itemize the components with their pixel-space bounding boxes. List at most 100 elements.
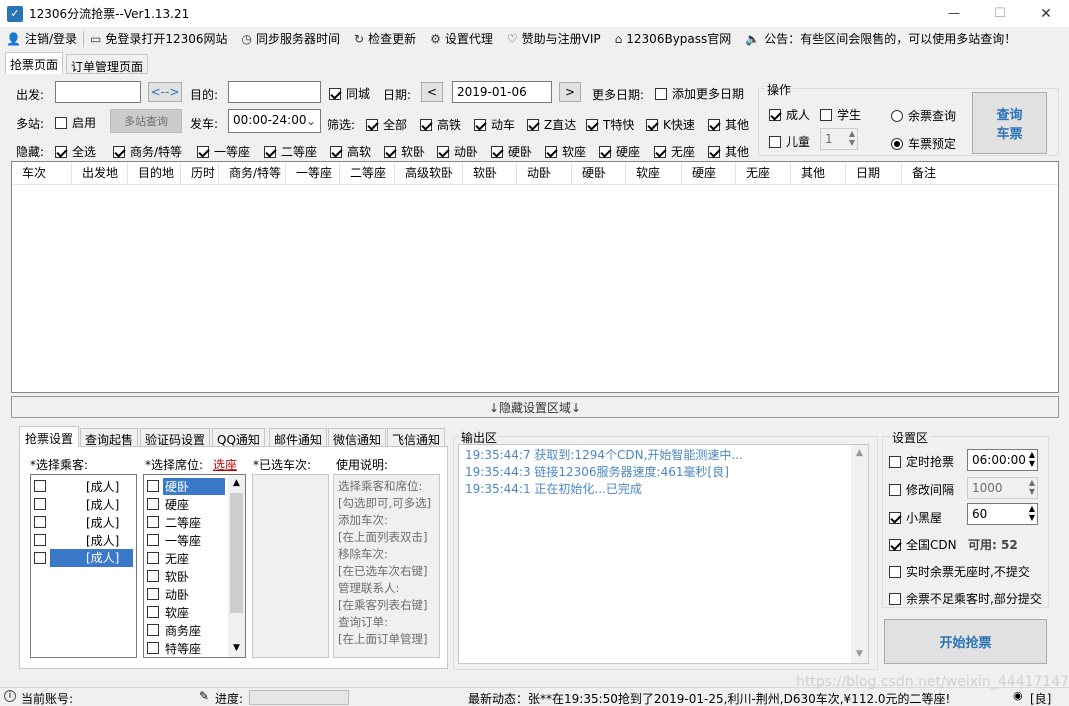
child-checkbox[interactable]: 儿童 [769,133,810,150]
interval-input[interactable]: 1000 ▲ ▼ [967,477,1038,499]
hide-yingwo-checkbox[interactable]: 硬卧 [491,143,532,160]
filter-dongche-checkbox[interactable]: 动车 [474,116,515,133]
col-header[interactable]: 硬卧 [572,162,626,185]
hide-second-checkbox[interactable]: 二等座 [264,143,317,160]
passenger-list[interactable]: [成人] [成人] [成人] [成人] [成人] [30,474,137,658]
tab-ticket[interactable]: 抢票页面 [5,52,64,74]
blackroom-checkbox[interactable]: 小黑屋 [889,509,942,526]
col-header[interactable]: 其他 [791,162,846,185]
query-ticket-button[interactable]: 查询 车票 [972,92,1047,154]
menu-open-site[interactable]: ▭ 免登录打开12306网站 [90,30,228,47]
samecity-checkbox[interactable]: 同城 [329,85,370,102]
col-header[interactable]: 二等座 [340,162,395,185]
tab-presale[interactable]: 查询起售 [80,428,139,447]
timed-grab-input[interactable]: 06:00:00 ▲ ▼ [967,449,1038,471]
filter-gaotie-checkbox[interactable]: 高铁 [420,116,461,133]
hide-ruanzuo-checkbox[interactable]: 软座 [545,143,586,160]
selected-trains-list[interactable] [252,474,329,658]
filter-all-checkbox[interactable]: 全部 [366,116,407,133]
hide-ruanwo-checkbox[interactable]: 软卧 [384,143,425,160]
minimize-button[interactable]: — [931,6,977,22]
hide-gaoruan-checkbox[interactable]: 高软 [330,143,371,160]
hide-dongwo-checkbox[interactable]: 动卧 [437,143,478,160]
partial-submit-checkbox[interactable]: 余票不足乘客时,部分提交 [889,590,1042,607]
scroll-down-icon[interactable]: ▼ [228,640,245,657]
multistation-enable-checkbox[interactable]: 启用 [55,114,96,131]
close-button[interactable]: ✕ [1023,6,1069,22]
from-input[interactable] [55,81,141,103]
no-seat-no-submit-checkbox[interactable]: 实时余票无座时,不提交 [889,563,1030,580]
scroll-up-icon[interactable]: ▲ [228,475,245,492]
adult-checkbox[interactable]: 成人 [769,106,810,123]
output-scrollbar[interactable]: ▲ ▼ [851,445,868,663]
passenger-row[interactable]: [成人] [31,513,136,531]
tab-wechat[interactable]: 微信通知 [328,428,387,447]
scroll-thumb[interactable] [230,493,243,613]
reserve-radio[interactable]: 车票预定 [891,135,956,152]
tab-fetion[interactable]: 飞信通知 [387,428,446,447]
passenger-row[interactable]: [成人] [31,495,136,513]
passenger-row[interactable]: [成人] [31,549,136,567]
col-header[interactable]: 目的地 [128,162,181,185]
col-header[interactable]: 高级软卧 [395,162,463,185]
start-grab-button[interactable]: 开始抢票 [884,619,1047,664]
col-header[interactable]: 车次 [12,162,72,185]
col-header[interactable]: 一等座 [286,162,340,185]
col-header[interactable]: 日期 [846,162,902,185]
hide-all-checkbox[interactable]: 全选 [55,143,96,160]
tab-grab-settings[interactable]: 抢票设置 [19,426,80,447]
seat-list-scrollbar[interactable]: ▲ ▼ [228,475,245,657]
blackroom-input[interactable]: 60 ▲ ▼ [967,503,1038,525]
hide-business-checkbox[interactable]: 商务/特等 [113,143,182,160]
col-header[interactable]: 软座 [626,162,682,185]
passenger-row[interactable]: [成人] [31,477,136,495]
col-header[interactable]: 动卧 [517,162,572,185]
col-header[interactable]: 备注 [902,162,1018,185]
col-header[interactable]: 软卧 [463,162,517,185]
col-header[interactable]: 商务/特等 [219,162,286,185]
tab-orders[interactable]: 订单管理页面 [66,54,149,74]
to-input[interactable] [228,81,321,103]
swap-button[interactable]: <--> [148,82,182,102]
menu-login[interactable]: 👤 注销/登录 [6,30,77,47]
tab-qq[interactable]: QQ通知 [212,428,265,447]
tab-email[interactable]: 邮件通知 [269,428,328,447]
choose-seat-link[interactable]: 选座 [213,456,237,473]
menu-notice[interactable]: 🔈 公告：有些区间会限售的，可以使用多站查询！ [745,30,1016,47]
remaining-query-radio[interactable]: 余票查询 [891,107,956,124]
scroll-down-icon[interactable]: ▼ [851,646,868,663]
maximize-button[interactable]: ☐ [977,6,1023,22]
date-prev-button[interactable]: < [421,82,443,102]
national-cdn-checkbox[interactable]: 全国CDN [889,536,957,553]
hide-other-checkbox[interactable]: 其他 [708,143,749,160]
filter-t-checkbox[interactable]: T特快 [586,116,634,133]
date-input[interactable]: 2019-01-06 [452,81,552,103]
menu-sync-time[interactable]: ◷ 同步服务器时间 [242,30,341,47]
add-dates-checkbox[interactable]: 添加更多日期 [655,85,744,102]
multi-query-button[interactable]: 多站查询 [110,109,182,133]
output-log[interactable]: 19:35:44:7 获取到:1294个CDN,开始智能测速中... 19:35… [458,444,869,664]
menu-check-update[interactable]: ↻ 检查更新 [354,30,416,47]
date-next-button[interactable]: > [559,82,581,102]
train-table[interactable] [11,161,1059,393]
menu-website[interactable]: ⌂ 12306Bypass官网 [615,30,732,47]
menu-vip[interactable]: ♡ 赞助与注册VIP [507,30,601,47]
col-header[interactable]: 出发地 [72,162,128,185]
timed-grab-checkbox[interactable]: 定时抢票 [889,453,954,470]
filter-other-checkbox[interactable]: 其他 [708,116,749,133]
col-header[interactable]: 无座 [736,162,791,185]
menu-proxy[interactable]: ⚙ 设置代理 [430,30,493,47]
hide-settings-toggle[interactable]: ↓隐藏设置区域↓ [11,396,1059,418]
col-header[interactable]: 硬座 [682,162,736,185]
scroll-up-icon[interactable]: ▲ [851,445,868,462]
filter-k-checkbox[interactable]: K快速 [646,116,695,133]
filter-z-checkbox[interactable]: Z直达 [527,116,576,133]
student-checkbox[interactable]: 学生 [820,106,861,123]
hide-wuzuo-checkbox[interactable]: 无座 [654,143,695,160]
hide-yingzuo-checkbox[interactable]: 硬座 [599,143,640,160]
seat-list[interactable]: 硬卧 硬座 二等座 一等座 无座 软卧 动卧 软座 商务座 特等座 ▲ ▼ [143,474,246,658]
child-count-stepper[interactable]: 1 ▲ ▼ [820,128,858,150]
col-header[interactable]: 历时 [181,162,219,185]
interval-checkbox[interactable]: 修改间隔 [889,481,954,498]
tab-captcha[interactable]: 验证码设置 [140,428,211,447]
